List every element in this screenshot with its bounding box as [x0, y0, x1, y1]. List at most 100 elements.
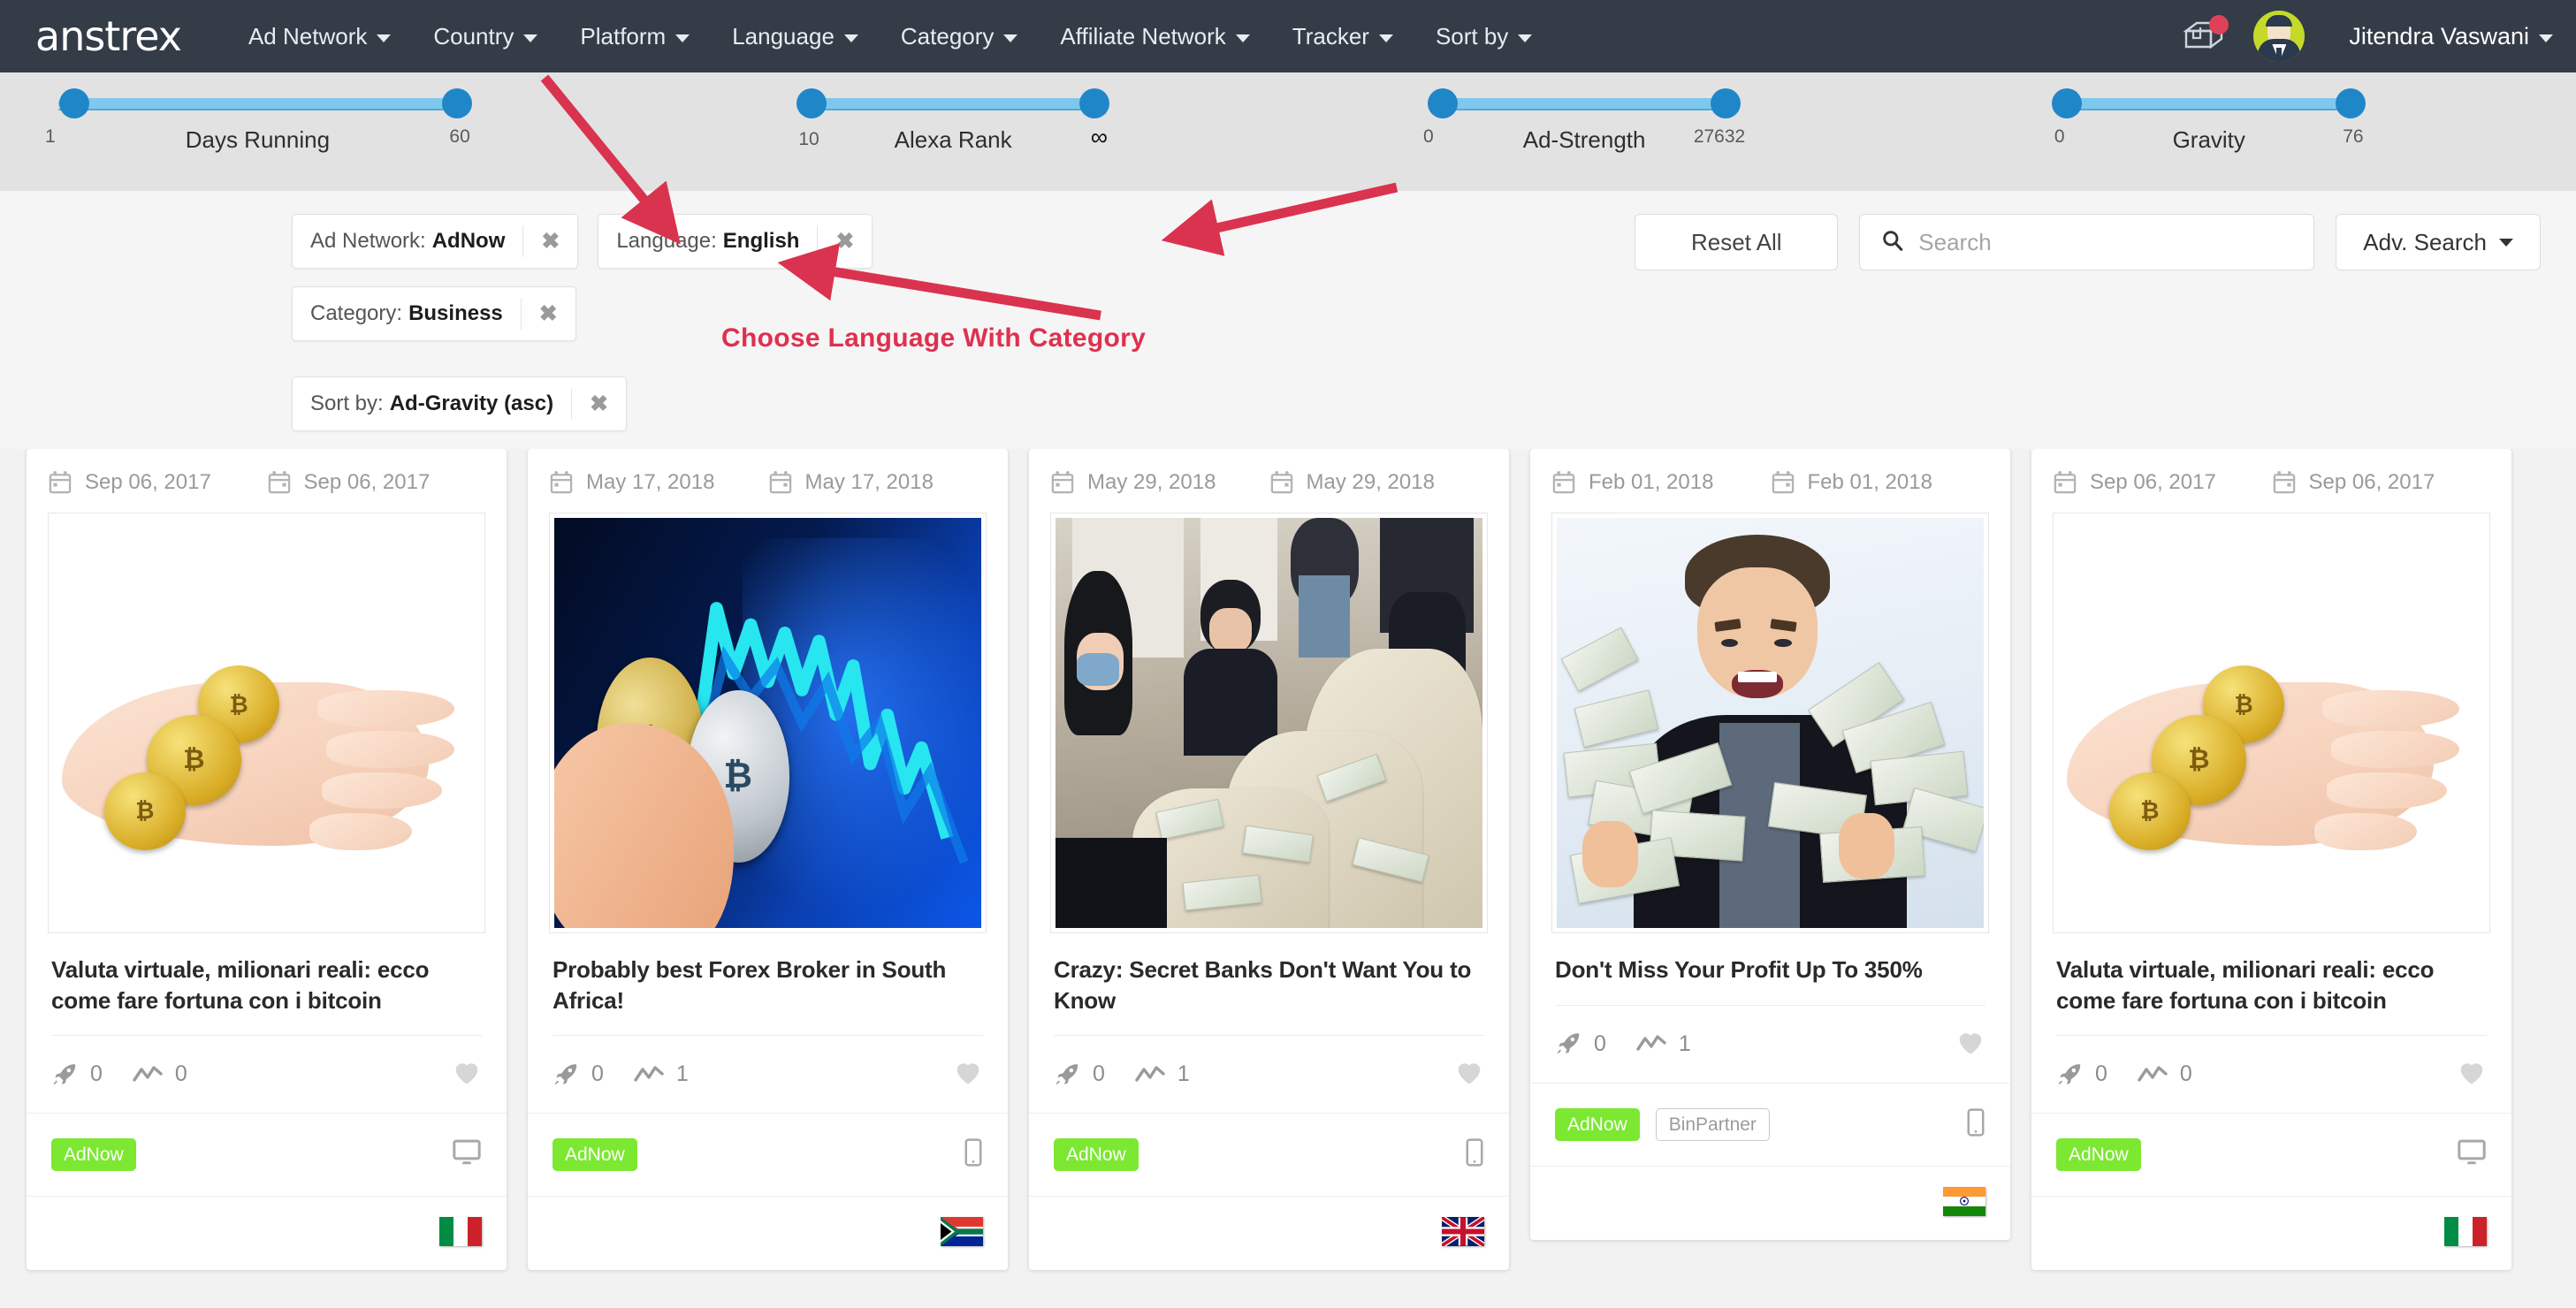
nav-label: Tracker — [1292, 22, 1369, 49]
favorite-heart-icon[interactable] — [452, 1059, 482, 1090]
ad-card[interactable]: May 29, 2018 May 29, 2018 Crazy: Secret … — [1029, 449, 1509, 1271]
ad-network-badge[interactable]: AdNow — [51, 1138, 136, 1172]
nav-item-category[interactable]: Category — [880, 12, 1040, 61]
nav-item-language[interactable]: Language — [711, 12, 880, 61]
slider-handle-max[interactable] — [1079, 88, 1110, 118]
slider-handle-max[interactable] — [1711, 88, 1741, 118]
chip-key: Sort by: — [310, 392, 384, 415]
slider-rail[interactable] — [811, 98, 1095, 110]
nav-label: Ad Network — [248, 22, 368, 49]
nav-label: Platform — [580, 22, 667, 49]
ad-card[interactable]: Sep 06, 2017 Sep 06, 2017 ₿ ₿ ₿ Valuta v… — [2031, 449, 2511, 1271]
primary-nav: Ad Network Country Platform Language Cat… — [227, 12, 1553, 61]
calendar-icon — [49, 471, 72, 494]
chip-value: AdNow — [431, 229, 506, 253]
slider-handle-min[interactable] — [2052, 88, 2083, 118]
ad-title[interactable]: Crazy: Secret Banks Don't Want You to Kn… — [1029, 933, 1509, 1015]
slider-rail[interactable] — [1442, 98, 1726, 110]
nav-item-ad-network[interactable]: Ad Network — [227, 12, 412, 61]
slider-label: Ad-Strength — [1522, 126, 1646, 153]
favorite-heart-icon[interactable] — [1454, 1059, 1484, 1090]
ad-title[interactable]: Don't Miss Your Profit Up To 350% — [1530, 933, 2010, 985]
card-country — [528, 1196, 1008, 1270]
chip-remove-icon[interactable]: ✖ — [572, 392, 626, 415]
ad-creative-image[interactable]: ₿ ₿ — [554, 518, 981, 928]
card-country — [2031, 1196, 2511, 1270]
card-stats: 0 1 — [1029, 1036, 1509, 1113]
mailbox-icon[interactable] — [2181, 15, 2230, 56]
brand-logo[interactable]: anstrex — [35, 12, 182, 60]
ad-title[interactable]: Probably best Forex Broker in South Afri… — [528, 933, 1008, 1015]
ad-title[interactable]: Valuta virtuale, milionari reali: ecco c… — [27, 933, 507, 1015]
favorite-heart-icon[interactable] — [1955, 1029, 1985, 1060]
ad-network-badge[interactable]: AdNow — [553, 1138, 637, 1172]
desktop-icon — [2457, 1139, 2487, 1170]
slider-handle-min[interactable] — [58, 88, 89, 118]
affiliate-network-badge[interactable]: BinPartner — [1655, 1107, 1770, 1141]
ad-network-badge[interactable]: AdNow — [1054, 1138, 1139, 1172]
chevron-down-icon — [1235, 34, 1250, 42]
search-box[interactable] — [1859, 214, 2315, 270]
user-menu[interactable]: Jitendra Vaswani — [2328, 12, 2553, 61]
filter-chip-sort-by[interactable]: Sort by: Ad-Gravity (asc) ✖ — [292, 376, 628, 431]
chevron-down-icon — [1003, 34, 1018, 42]
nav-item-country[interactable]: Country — [412, 12, 559, 61]
ad-card[interactable]: Sep 06, 2017 Sep 06, 2017 ₿ ₿ ₿ Valuta v… — [27, 449, 507, 1271]
ad-network-badge[interactable]: AdNow — [2056, 1138, 2141, 1172]
chevron-down-icon — [377, 34, 392, 42]
nav-item-platform[interactable]: Platform — [559, 12, 711, 61]
chip-remove-icon[interactable]: ✖ — [523, 230, 577, 253]
slider-handle-min[interactable] — [796, 88, 827, 118]
first-seen-date: May 17, 2018 — [549, 470, 768, 495]
slider-rail[interactable] — [57, 98, 458, 110]
nav-item-sort-by[interactable]: Sort by — [1414, 12, 1553, 61]
slider-handle-min[interactable] — [1427, 88, 1458, 118]
nav-item-tracker[interactable]: Tracker — [1271, 12, 1414, 61]
chevron-down-icon — [675, 34, 690, 42]
rocket-count: 0 — [2095, 1061, 2107, 1087]
filter-chip-ad-network[interactable]: Ad Network: AdNow ✖ — [292, 214, 579, 269]
card-country — [1029, 1196, 1509, 1270]
chip-remove-icon[interactable]: ✖ — [522, 302, 575, 325]
advanced-search-button[interactable]: Adv. Search — [2336, 214, 2541, 270]
avatar[interactable] — [2253, 11, 2305, 62]
favorite-heart-icon[interactable] — [2457, 1059, 2487, 1090]
ad-card[interactable]: May 17, 2018 May 17, 2018 ₿ Probably bes… — [528, 449, 1008, 1271]
brand-text: anstrex — [35, 12, 182, 60]
slider-handle-max[interactable] — [442, 88, 473, 118]
card-dates: Feb 01, 2018 Feb 01, 2018 — [1530, 449, 2010, 507]
chevron-down-icon — [523, 34, 538, 42]
ad-title[interactable]: Valuta virtuale, milionari reali: ecco c… — [2031, 933, 2511, 1015]
filter-chip-language[interactable]: Language: English ✖ — [598, 214, 873, 269]
chip-remove-icon[interactable]: ✖ — [818, 230, 872, 253]
top-navbar: anstrex Ad Network Country Platform Lang… — [0, 0, 2576, 72]
search-input[interactable] — [1918, 228, 2293, 256]
trend-icon — [2138, 1065, 2168, 1082]
trend-icon — [1135, 1065, 1165, 1082]
ad-creative-image[interactable] — [1056, 518, 1482, 928]
nav-item-affiliate-network[interactable]: Affiliate Network — [1039, 12, 1270, 61]
slider-handle-max[interactable] — [2336, 88, 2366, 118]
first-seen-date: May 29, 2018 — [1050, 470, 1269, 495]
ad-card[interactable]: Feb 01, 2018 Feb 01, 2018 Don't Miss You… — [1530, 449, 2010, 1240]
last-seen-date: Sep 06, 2017 — [267, 470, 486, 495]
filter-chip-category[interactable]: Category: Business ✖ — [292, 286, 576, 341]
calendar-icon — [2273, 471, 2295, 494]
stat-trend: 1 — [634, 1061, 689, 1087]
card-dates: May 17, 2018 May 17, 2018 — [528, 449, 1008, 507]
favorite-heart-icon[interactable] — [953, 1059, 983, 1090]
slider-min-value: 0 — [1422, 126, 1434, 147]
ad-creative-image[interactable] — [1557, 518, 1984, 928]
ad-creative-image[interactable]: ₿ ₿ ₿ — [53, 518, 480, 928]
stat-trend: 0 — [133, 1061, 187, 1087]
flag-it-icon — [439, 1217, 482, 1247]
ad-creative-image[interactable]: ₿ ₿ ₿ — [2058, 518, 2485, 928]
trend-icon — [1636, 1035, 1666, 1051]
ad-creative-frame: ₿ ₿ ₿ — [48, 513, 485, 933]
date-text: Sep 06, 2017 — [85, 470, 211, 494]
ad-network-badge[interactable]: AdNow — [1555, 1107, 1640, 1141]
slider-rail[interactable] — [2067, 98, 2351, 110]
card-country — [1530, 1165, 2010, 1240]
reset-all-label: Reset All — [1690, 228, 1782, 255]
reset-all-button[interactable]: Reset All — [1635, 214, 1839, 270]
